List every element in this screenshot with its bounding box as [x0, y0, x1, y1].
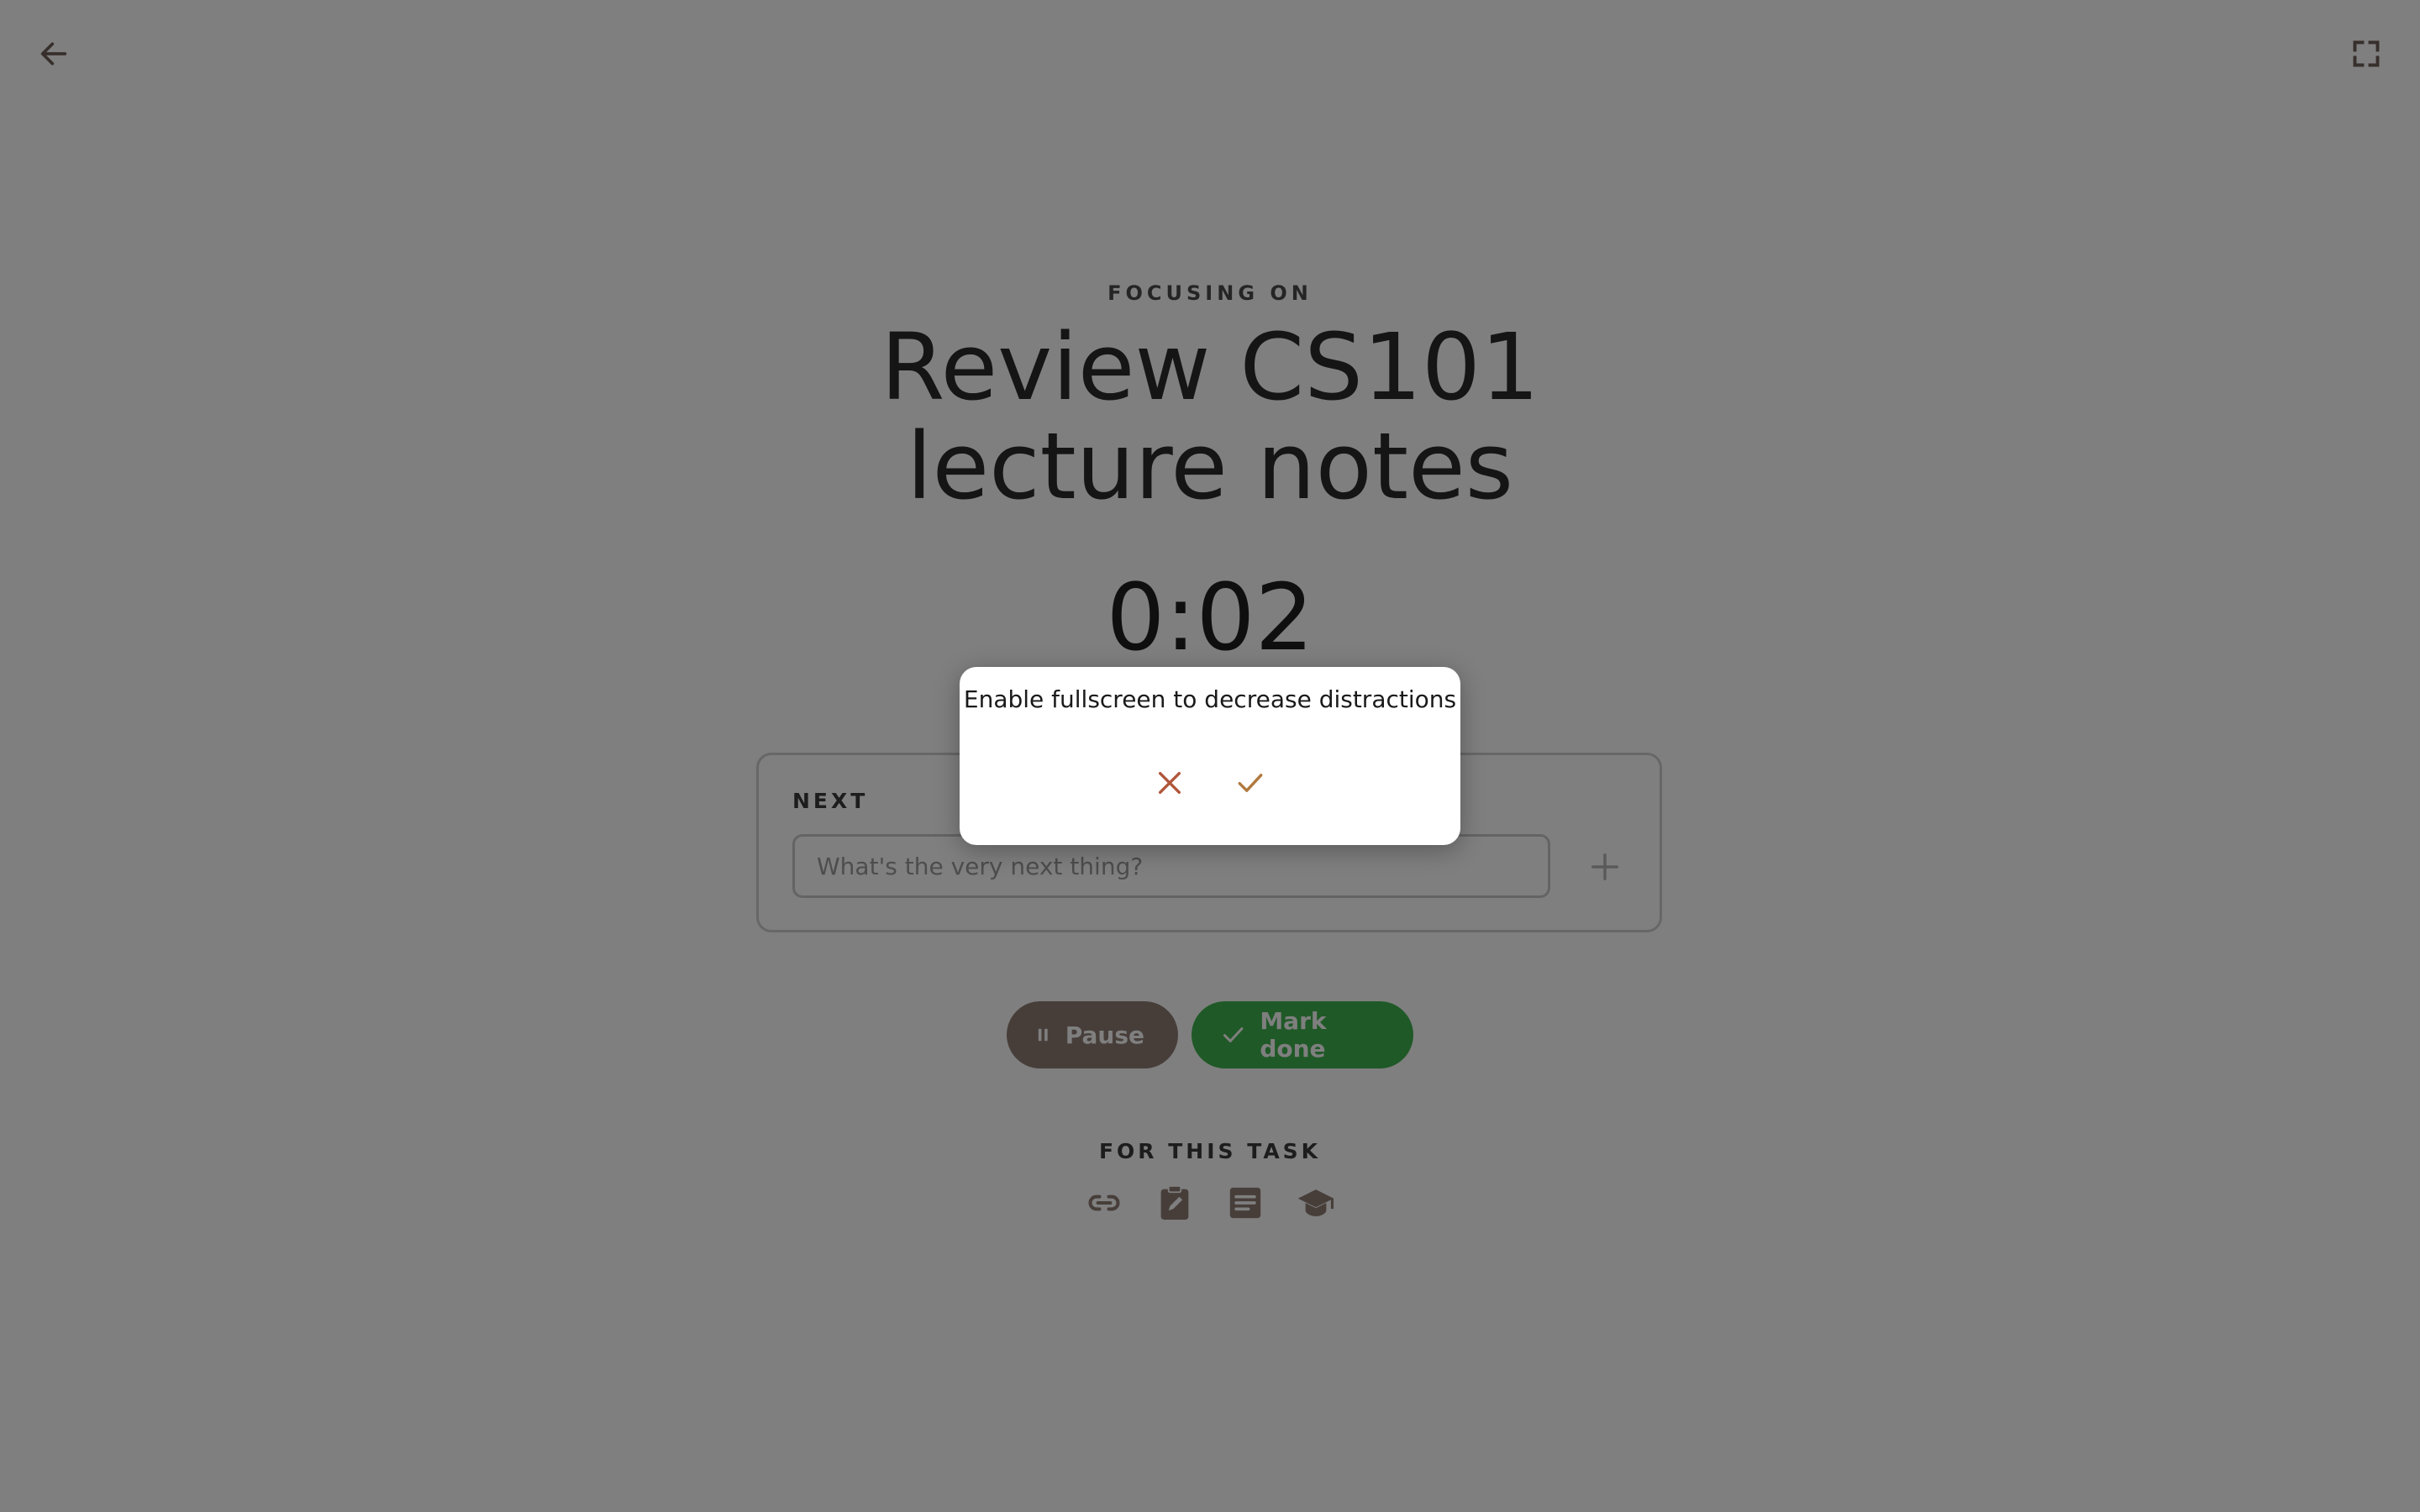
check-icon: [1238, 774, 1263, 792]
close-icon: [1158, 771, 1181, 795]
enable-fullscreen-button[interactable]: [1227, 759, 1274, 806]
dialog-message: Enable fullscreen to decrease distractio…: [963, 685, 1457, 713]
dismiss-fullscreen-button[interactable]: [1146, 759, 1193, 806]
fullscreen-prompt-dialog: Enable fullscreen to decrease distractio…: [960, 667, 1460, 845]
